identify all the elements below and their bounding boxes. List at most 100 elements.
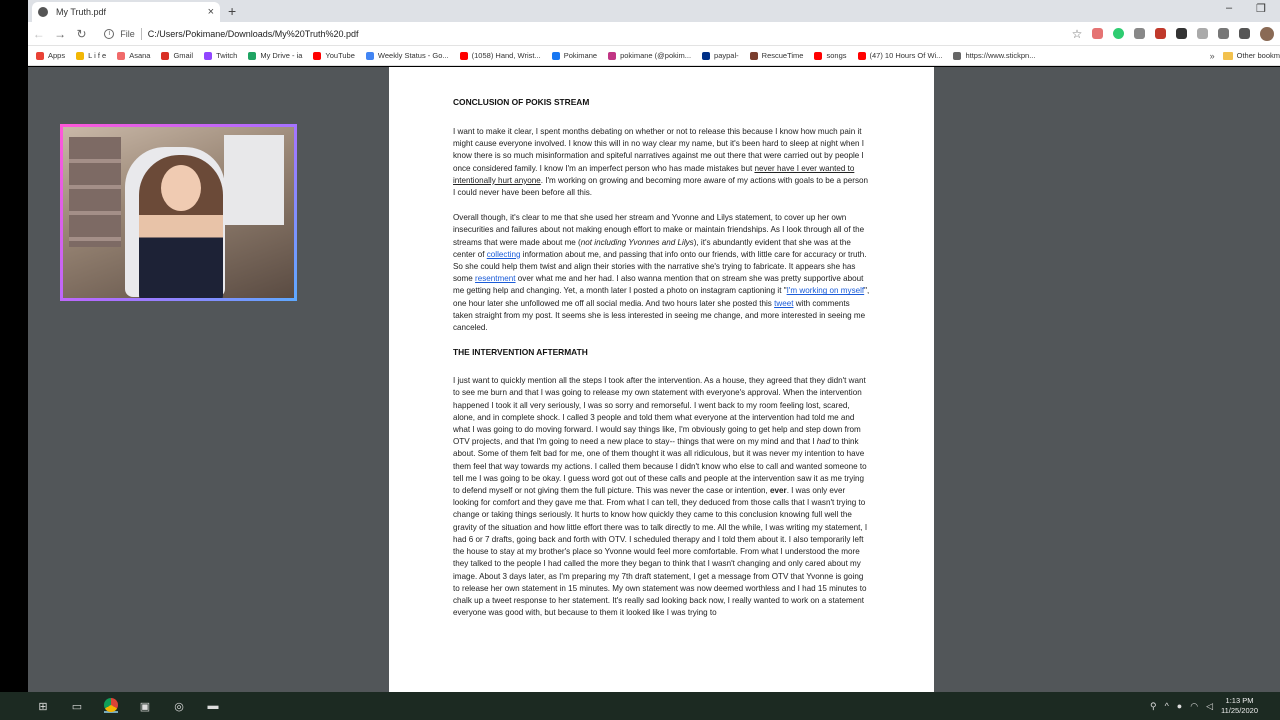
bookmark-favicon-icon	[313, 51, 322, 60]
bookmark-favicon-icon	[248, 51, 257, 60]
bookmark-favicon-icon	[117, 51, 126, 60]
app-taskbar-icon-1[interactable]: ▣	[138, 699, 152, 713]
bookmark-label: Twitch	[216, 51, 238, 60]
back-arrow-icon[interactable]: ←	[28, 27, 49, 41]
close-tab-icon[interactable]: ×	[208, 6, 214, 18]
bookmark-label: My Drive - ia	[260, 51, 303, 60]
clock-date: 11/25/2020	[1221, 706, 1258, 715]
app-taskbar-icon-3[interactable]: ▬	[206, 699, 220, 713]
bookmark-item[interactable]: Twitch	[204, 51, 237, 60]
other-bookmarks[interactable]: Other bookm	[1222, 51, 1280, 60]
italic-text: had	[816, 437, 831, 447]
bookmark-item[interactable]: RescueTime	[749, 51, 804, 60]
minimize-button[interactable]: –	[1226, 2, 1232, 14]
bookmark-item[interactable]: paypal-	[702, 51, 739, 60]
bookmark-favicon-icon	[459, 51, 468, 60]
bookmark-item[interactable]: My Drive - ia	[248, 51, 302, 60]
bookmark-item[interactable]: YouTube	[313, 51, 355, 60]
extension-icon-3[interactable]	[1134, 28, 1146, 39]
info-icon[interactable]: i	[104, 28, 115, 39]
bookmark-label: RescueTime	[761, 51, 804, 60]
bookmark-favicon-icon	[365, 51, 374, 60]
bookmark-favicon-icon	[953, 51, 962, 60]
italic-text: not including Yvonnes and Lilys	[580, 237, 694, 247]
pdf-viewer[interactable]: CONCLUSION OF POKIS STREAM I want to mak…	[28, 67, 1280, 692]
profile-avatar[interactable]	[1260, 26, 1274, 41]
bookmark-label: paypal-	[714, 51, 739, 60]
windows-taskbar: ⊞ ▭ ▣ ◎ ▬ ⚲ ^ ● ◠ ◁ 1:13 PM 11/25/2020	[0, 692, 1280, 720]
volume-icon[interactable]: ◁	[1206, 701, 1213, 712]
chrome-taskbar-icon[interactable]	[104, 698, 118, 713]
bookmark-favicon-icon	[857, 51, 866, 60]
section-heading-conclusion: CONCLUSION OF POKIS STREAM	[453, 97, 590, 107]
other-bookmarks-label: Other bookm	[1236, 51, 1280, 60]
tab-my-truth-pdf[interactable]: My Truth.pdf ×	[32, 2, 220, 22]
reload-icon[interactable]: ↻	[71, 27, 92, 41]
app-taskbar-icon-2[interactable]: ◎	[172, 699, 186, 713]
bookmark-label: (1058) Hand, Wrist...	[471, 51, 541, 60]
microphone-icon[interactable]: ●	[1177, 701, 1182, 711]
bookmark-item[interactable]: (1058) Hand, Wrist...	[459, 51, 541, 60]
bookmark-item[interactable]: Weekly Status - Go...	[365, 51, 449, 60]
maximize-button[interactable]: ❐	[1256, 2, 1266, 15]
folder-icon	[1222, 51, 1233, 60]
bookmark-item[interactable]: (47) 10 Hours Of Wi...	[857, 51, 942, 60]
bookmark-label: songs	[826, 51, 847, 60]
section-heading-intervention: THE INTERVENTION AFTERMATH	[453, 347, 588, 358]
bookmark-favicon-icon	[76, 51, 85, 60]
wifi-icon[interactable]: ◠	[1190, 701, 1198, 712]
bookmark-item[interactable]: Apps	[36, 51, 65, 60]
link-tweet[interactable]: tweet	[774, 299, 793, 308]
tab-strip: My Truth.pdf × + – ❐	[28, 0, 1280, 22]
webcam-overlay	[60, 124, 297, 301]
extension-icon-5[interactable]	[1176, 28, 1188, 39]
bookmark-favicon-icon	[608, 51, 617, 60]
bookmark-item[interactable]: Pokimane	[551, 51, 598, 60]
tab-title: My Truth.pdf	[56, 7, 107, 17]
address-bar[interactable]: i File C:/Users/Pokimane/Downloads/My%20…	[98, 25, 1071, 43]
paragraph-2: Overall though, it's clear to me that sh…	[453, 212, 870, 334]
paragraph-3: I just want to quickly mention all the s…	[453, 375, 870, 619]
link-im-working-on-myself[interactable]: I'm working on myself	[787, 286, 865, 295]
bookmark-favicon-icon	[749, 51, 758, 60]
bookmark-label: Asana	[129, 51, 151, 60]
network-icon[interactable]: ⚲	[1150, 701, 1157, 712]
bookmark-star-icon[interactable]: ☆	[1072, 27, 1083, 41]
bookmark-label: Weekly Status - Go...	[377, 51, 449, 60]
task-view-icon[interactable]: ▭	[70, 699, 84, 713]
clock[interactable]: 1:13 PM 11/25/2020	[1221, 696, 1258, 716]
tray-chevron-icon[interactable]: ^	[1165, 701, 1169, 711]
bookmark-label: L i f e	[88, 51, 107, 60]
bookmark-item[interactable]: Asana	[117, 51, 150, 60]
bookmark-favicon-icon	[161, 51, 170, 60]
bookmark-favicon-icon	[204, 51, 213, 60]
bookmark-favicon-icon	[814, 51, 823, 60]
extension-icon-7[interactable]	[1218, 28, 1230, 39]
extensions-puzzle-icon[interactable]	[1239, 28, 1251, 39]
forward-arrow-icon[interactable]: →	[49, 27, 70, 41]
new-tab-button[interactable]: +	[228, 3, 236, 19]
extension-icon-2[interactable]	[1113, 28, 1125, 39]
webcam-face	[161, 165, 201, 211]
address-separator	[140, 27, 142, 40]
bookmark-item[interactable]: https://www.stickpn...	[953, 51, 1035, 60]
extension-icon-4[interactable]	[1155, 28, 1167, 39]
bookmark-item[interactable]: Gmail	[161, 51, 193, 60]
bookmark-item[interactable]: songs	[814, 51, 847, 60]
bookmark-item[interactable]: L i f e	[76, 51, 106, 60]
bookmark-label: Apps	[48, 51, 66, 60]
bookmark-favicon-icon	[551, 51, 560, 60]
extension-icon-1[interactable]	[1092, 28, 1104, 39]
bookmarks-overflow-button[interactable]: »	[1210, 51, 1215, 61]
pdf-page: CONCLUSION OF POKIS STREAM I want to mak…	[389, 67, 934, 692]
link-resentment[interactable]: resentment	[475, 274, 516, 283]
clock-time: 1:13 PM	[1225, 696, 1254, 705]
bookmarks-bar: Apps L i f e Asana Gmail Twitch My Drive - ia…	[28, 46, 1280, 66]
extension-icon-6[interactable]	[1197, 28, 1209, 39]
letterbox-left	[0, 0, 28, 692]
windows-start-icon[interactable]: ⊞	[36, 699, 50, 713]
bookmark-item[interactable]: pokimane (@pokim...	[608, 51, 691, 60]
address-url[interactable]: C:/Users/Pokimane/Downloads/My%20Truth%2…	[148, 29, 359, 39]
bookmark-label: Pokimane	[563, 51, 598, 60]
link-collecting[interactable]: collecting	[487, 250, 521, 259]
